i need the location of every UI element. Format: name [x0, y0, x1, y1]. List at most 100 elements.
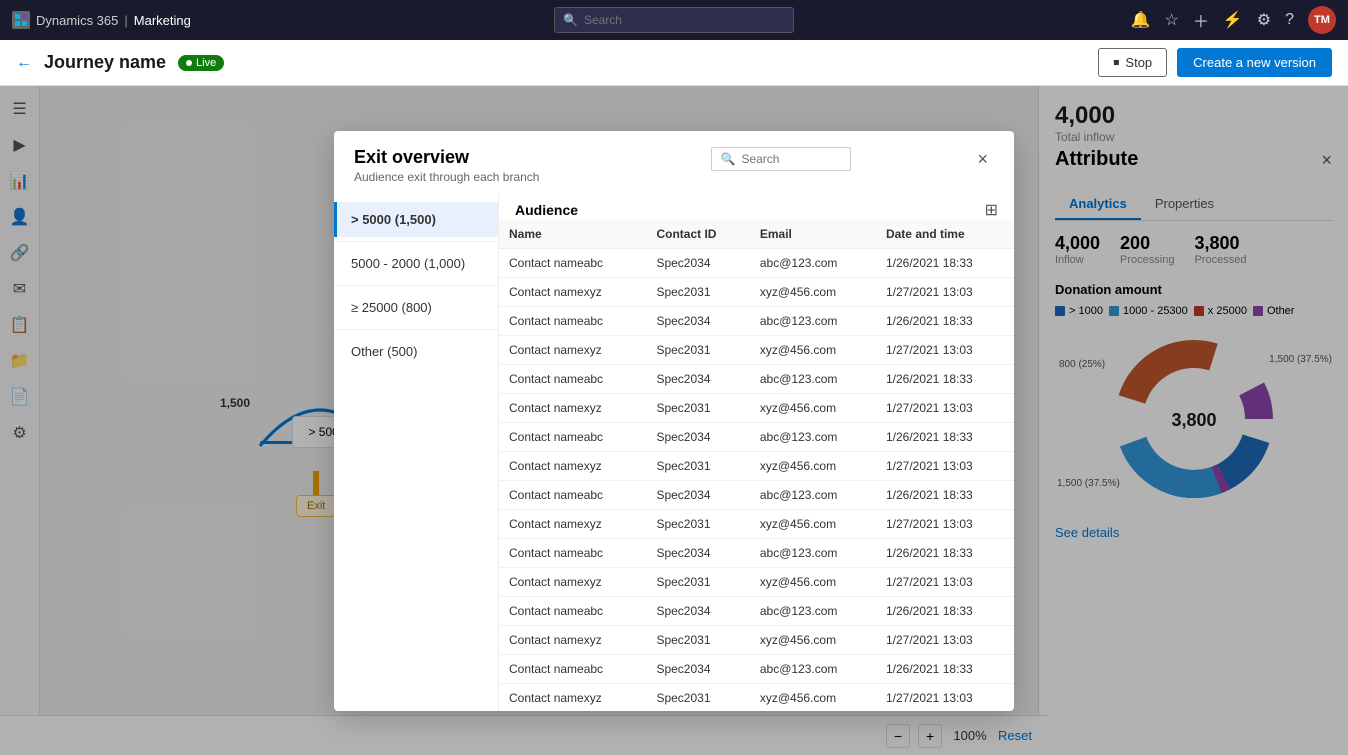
table-cell-contact_id: Spec2034	[646, 480, 749, 509]
app-logo: Dynamics 365 | Marketing	[12, 11, 191, 29]
table-cell-date: 1/27/2021 13:03	[876, 683, 1014, 711]
table-row[interactable]: Contact namexyzSpec2031xyz@456.com1/27/2…	[499, 335, 1014, 364]
table-row[interactable]: Contact namexyzSpec2031xyz@456.com1/27/2…	[499, 277, 1014, 306]
table-cell-name: Contact nameabc	[499, 538, 646, 567]
topbar-actions: 🔔 ☆ ＋ ⚡ ⚙ ? TM	[1131, 6, 1336, 34]
table-cell-date: 1/26/2021 18:33	[876, 364, 1014, 393]
topbar: Dynamics 365 | Marketing 🔍 🔔 ☆ ＋ ⚡ ⚙ ? T…	[0, 0, 1348, 40]
list-item-5000-2000[interactable]: 5000 - 2000 (1,000)	[334, 246, 498, 281]
modal-search-input[interactable]	[741, 152, 842, 166]
table-cell-name: Contact nameabc	[499, 422, 646, 451]
settings-icon[interactable]: ⚙	[1257, 10, 1271, 30]
back-button[interactable]: ←	[16, 54, 32, 72]
table-cell-contact_id: Spec2031	[646, 277, 749, 306]
modal-title: Exit overview	[354, 147, 539, 168]
table-cell-email: xyz@456.com	[750, 567, 876, 596]
table-cell-date: 1/26/2021 18:33	[876, 248, 1014, 277]
table-cell-date: 1/27/2021 13:03	[876, 567, 1014, 596]
filter-icon[interactable]: ⚡	[1223, 10, 1243, 30]
table-cell-name: Contact namexyz	[499, 335, 646, 364]
table-row[interactable]: Contact namexyzSpec2031xyz@456.com1/27/2…	[499, 509, 1014, 538]
table-cell-date: 1/26/2021 18:33	[876, 480, 1014, 509]
col-header-contact-id: Contact ID	[646, 220, 749, 249]
audience-title: Audience	[515, 202, 578, 218]
table-cell-contact_id: Spec2031	[646, 393, 749, 422]
favorites-icon[interactable]: ☆	[1164, 10, 1178, 30]
search-icon: 🔍	[563, 13, 578, 27]
table-row[interactable]: Contact nameabcSpec2034abc@123.com1/26/2…	[499, 480, 1014, 509]
table-cell-date: 1/27/2021 13:03	[876, 393, 1014, 422]
col-header-email: Email	[750, 220, 876, 249]
table-row[interactable]: Contact nameabcSpec2034abc@123.com1/26/2…	[499, 422, 1014, 451]
table-row[interactable]: Contact namexyzSpec2031xyz@456.com1/27/2…	[499, 393, 1014, 422]
modal-header: Exit overview Audience exit through each…	[334, 131, 1014, 194]
table-cell-name: Contact nameabc	[499, 654, 646, 683]
table-cell-contact_id: Spec2031	[646, 451, 749, 480]
table-row[interactable]: Contact namexyzSpec2031xyz@456.com1/27/2…	[499, 567, 1014, 596]
table-cell-name: Contact namexyz	[499, 277, 646, 306]
list-divider-1	[334, 241, 498, 242]
stop-icon: ⏹	[1113, 55, 1119, 70]
table-cell-name: Contact nameabc	[499, 248, 646, 277]
table-cell-email: xyz@456.com	[750, 625, 876, 654]
user-avatar[interactable]: TM	[1308, 6, 1336, 34]
table-row[interactable]: Contact namexyzSpec2031xyz@456.com1/27/2…	[499, 451, 1014, 480]
create-version-button[interactable]: Create a new version	[1177, 48, 1332, 77]
toolbar-right-actions: ⏹ Stop Create a new version	[1098, 48, 1332, 77]
list-item-other[interactable]: Other (500)	[334, 334, 498, 369]
app-name-label: Marketing	[134, 13, 191, 28]
table-cell-name: Contact nameabc	[499, 596, 646, 625]
audience-table: Name Contact ID Email Date and time Cont…	[499, 220, 1014, 711]
stop-button[interactable]: ⏹ Stop	[1098, 48, 1167, 77]
table-cell-contact_id: Spec2031	[646, 683, 749, 711]
table-row[interactable]: Contact nameabcSpec2034abc@123.com1/26/2…	[499, 538, 1014, 567]
table-cell-contact_id: Spec2031	[646, 509, 749, 538]
modal-close-button[interactable]: ×	[971, 147, 994, 172]
audience-table-icon: ⊞	[985, 200, 998, 220]
table-row[interactable]: Contact nameabcSpec2034abc@123.com1/26/2…	[499, 596, 1014, 625]
search-input[interactable]	[584, 13, 785, 27]
modal-header-text: Exit overview Audience exit through each…	[354, 147, 539, 184]
table-cell-contact_id: Spec2034	[646, 248, 749, 277]
table-cell-contact_id: Spec2034	[646, 538, 749, 567]
table-cell-name: Contact namexyz	[499, 509, 646, 538]
table-cell-email: abc@123.com	[750, 480, 876, 509]
help-icon[interactable]: ?	[1285, 11, 1294, 29]
dynamics-label: Dynamics 365	[36, 13, 118, 28]
notification-icon[interactable]: 🔔	[1131, 10, 1151, 30]
table-cell-date: 1/27/2021 13:03	[876, 451, 1014, 480]
table-cell-contact_id: Spec2034	[646, 596, 749, 625]
list-item-ge25000[interactable]: ≥ 25000 (800)	[334, 290, 498, 325]
table-cell-email: abc@123.com	[750, 306, 876, 335]
new-icon[interactable]: ＋	[1193, 8, 1209, 32]
table-head: Name Contact ID Email Date and time	[499, 220, 1014, 249]
table-cell-date: 1/27/2021 13:03	[876, 335, 1014, 364]
global-search[interactable]: 🔍	[554, 7, 794, 33]
table-cell-email: abc@123.com	[750, 248, 876, 277]
table-row[interactable]: Contact nameabcSpec2034abc@123.com1/26/2…	[499, 654, 1014, 683]
list-item-gt5000[interactable]: > 5000 (1,500)	[334, 202, 498, 237]
table-cell-contact_id: Spec2031	[646, 567, 749, 596]
table-cell-name: Contact namexyz	[499, 567, 646, 596]
table-cell-email: abc@123.com	[750, 538, 876, 567]
table-cell-email: abc@123.com	[750, 654, 876, 683]
table-header-row: Name Contact ID Email Date and time	[499, 220, 1014, 249]
table-cell-date: 1/27/2021 13:03	[876, 625, 1014, 654]
table-row[interactable]: Contact nameabcSpec2034abc@123.com1/26/2…	[499, 306, 1014, 335]
table-cell-contact_id: Spec2034	[646, 422, 749, 451]
table-row[interactable]: Contact nameabcSpec2034abc@123.com1/26/2…	[499, 364, 1014, 393]
table-cell-email: xyz@456.com	[750, 509, 876, 538]
modal-branch-list: > 5000 (1,500) 5000 - 2000 (1,000) ≥ 250…	[334, 194, 499, 711]
table-cell-date: 1/26/2021 18:33	[876, 306, 1014, 335]
main-area: ☰ ▶ 📊 👤 🔗 ✉ 📋 📁 📄 ⚙ 1,500 > 5000	[0, 86, 1348, 755]
table-cell-contact_id: Spec2034	[646, 654, 749, 683]
table-row[interactable]: Contact nameabcSpec2034abc@123.com1/26/2…	[499, 248, 1014, 277]
modal-search[interactable]: 🔍	[711, 147, 851, 171]
table-cell-email: xyz@456.com	[750, 335, 876, 364]
table-row[interactable]: Contact namexyzSpec2031xyz@456.com1/27/2…	[499, 625, 1014, 654]
table-cell-contact_id: Spec2031	[646, 625, 749, 654]
modal-subtitle: Audience exit through each branch	[354, 170, 539, 184]
modal-content-area: Audience ⊞ Name Contact ID Email Date an…	[499, 194, 1014, 711]
table-row[interactable]: Contact namexyzSpec2031xyz@456.com1/27/2…	[499, 683, 1014, 711]
list-divider-3	[334, 329, 498, 330]
